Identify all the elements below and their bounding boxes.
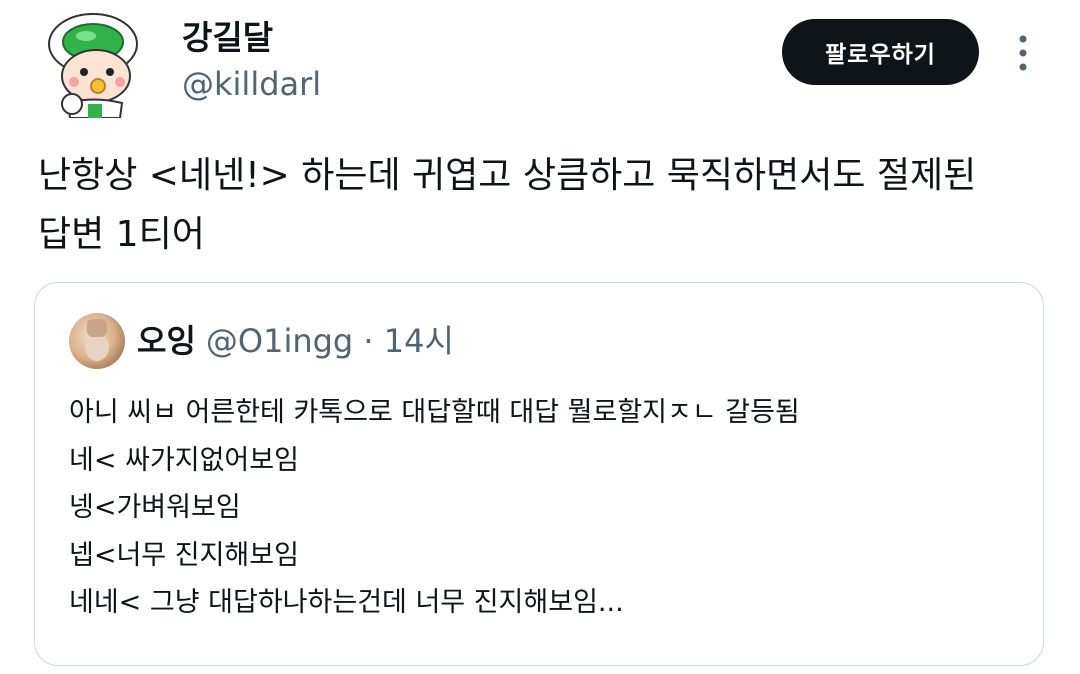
header-separator: · bbox=[363, 322, 374, 360]
cartoon-character-avatar-icon bbox=[48, 13, 138, 119]
quoted-tweet-header: 오잉 @O1ingg · 14시 bbox=[137, 319, 454, 363]
follow-button[interactable]: 팔로우하기 bbox=[782, 19, 979, 85]
quoted-tweet-line: 넵<너무 진지해보임 bbox=[69, 539, 299, 571]
more-vertical-icon[interactable] bbox=[1012, 34, 1034, 74]
quoted-author-handle[interactable]: @O1ingg bbox=[206, 322, 353, 360]
quoted-tweet-line: 네네< 그냥 대답하나하는건데 너무 진지해보임... bbox=[69, 587, 624, 618]
quoted-tweet-line: 넹<가벼워보임 bbox=[69, 492, 241, 523]
author-avatar[interactable] bbox=[38, 8, 148, 119]
quoted-tweet-body: 아니 씨ㅂ 어른한테 카톡으로 대답할때 대답 뭘로할지ㅈㄴ 갈등됨 네< 싸가… bbox=[69, 389, 1009, 627]
photo-avatar-icon bbox=[69, 313, 125, 369]
quoted-tweet-line: 아니 씨ㅂ 어른한테 카톡으로 대답할때 대답 뭘로할지ㅈㄴ 갈등됨 bbox=[69, 397, 800, 428]
quoted-tweet-line: 네< 싸가지없어보임 bbox=[69, 444, 299, 476]
author-handle[interactable]: @killdarl bbox=[182, 62, 321, 106]
quoted-tweet-time[interactable]: 14시 bbox=[384, 322, 454, 360]
author-display-name[interactable]: 강길달 bbox=[182, 16, 273, 60]
quoted-tweet-card[interactable]: 오잉 @O1ingg · 14시 아니 씨ㅂ 어른한테 카톡으로 대답할때 대답 … bbox=[34, 282, 1044, 666]
quoted-author-avatar[interactable] bbox=[69, 313, 125, 369]
tweet-text: 난항상 <네넨!> 하는데 귀엽고 상큼하고 묵직하면서도 절제된 답변 1티어 bbox=[38, 155, 977, 255]
quoted-author-name[interactable]: 오잉 bbox=[137, 322, 196, 360]
